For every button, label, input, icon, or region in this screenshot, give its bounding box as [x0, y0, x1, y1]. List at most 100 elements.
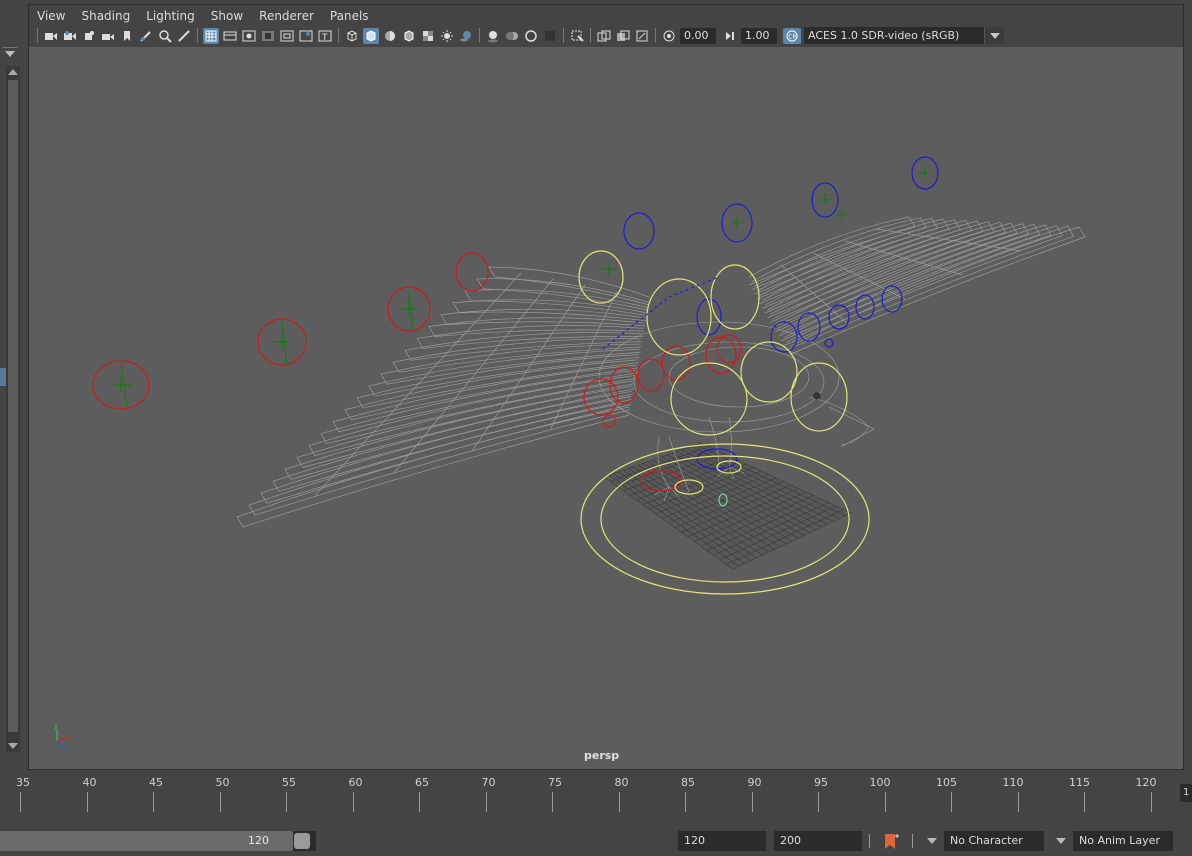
feather-wireframe [775, 223, 1029, 332]
anti-aliasing-icon[interactable] [523, 28, 539, 44]
film-gate-icon[interactable] [222, 28, 238, 44]
field-chart-icon[interactable] [279, 28, 295, 44]
color-management-icon[interactable]: CM [783, 27, 801, 44]
menu-view[interactable]: View [37, 9, 65, 23]
frame-tick [419, 792, 420, 812]
camera-name-label: persp [584, 749, 620, 762]
scroll-up-arrow-icon[interactable] [8, 69, 18, 75]
frame-tick [153, 792, 154, 812]
grid-icon[interactable] [203, 27, 219, 44]
menu-show[interactable]: Show [211, 9, 243, 23]
isolate-select-icon[interactable] [569, 28, 585, 44]
menu-shading[interactable]: Shading [81, 9, 130, 23]
feather-wireframe [764, 220, 984, 314]
feather-wireframe [428, 317, 645, 337]
feather-wireframe [783, 225, 1063, 346]
current-frame-indicator[interactable]: 1 [1180, 784, 1192, 802]
feather-wireframe [284, 385, 633, 480]
feather-wireframe [759, 219, 961, 304]
svg-text:CM: CM [788, 33, 797, 40]
auto-key-icon[interactable] [882, 831, 900, 851]
shadows-icon[interactable] [458, 28, 474, 44]
time-slider[interactable]: 35 40 45 50 55 60 65 70 75 80 85 90 95 100 105 110 115 12… [0, 772, 1192, 820]
textured-icon[interactable] [420, 28, 436, 44]
wing-edge-loop [315, 272, 522, 496]
bar-separator [912, 834, 913, 848]
frame-tick [884, 792, 886, 812]
exposure-icon[interactable] [661, 28, 677, 44]
scene-canvas[interactable] [29, 47, 1183, 769]
xray-active-components-icon[interactable] [615, 28, 631, 44]
grease-pencil-icon[interactable] [176, 28, 192, 44]
motion-blur-icon[interactable] [504, 28, 520, 44]
3d-viewport[interactable]: y x z persp [29, 47, 1183, 769]
range-slider-fill[interactable]: 120 [0, 831, 293, 851]
frame-tick [20, 792, 21, 812]
resolution-gate-icon[interactable] [241, 28, 257, 44]
range-slider-handle[interactable] [294, 833, 310, 849]
use-default-material-icon[interactable] [382, 28, 398, 44]
maya-app: View Shading Lighting Show Renderer Pane… [0, 0, 1192, 856]
camera-tools-icon[interactable] [100, 28, 116, 44]
depth-of-field-icon[interactable] [542, 28, 558, 44]
right-side-controls[interactable] [623, 156, 939, 470]
character-set-select[interactable]: No Character Set [944, 831, 1044, 856]
select-camera-icon[interactable] [43, 28, 59, 44]
toolbar-separator [479, 28, 480, 43]
ground-grid [603, 442, 852, 570]
frame-tick [219, 792, 221, 812]
panel-options-dropdown[interactable] [2, 47, 18, 61]
lights-icon[interactable] [439, 28, 455, 44]
menu-renderer[interactable]: Renderer [259, 9, 314, 23]
frame-tick [286, 792, 287, 812]
xray-icon[interactable] [596, 28, 612, 44]
toolbar-separator [338, 28, 339, 43]
left-scrollbar[interactable] [6, 66, 20, 752]
smooth-shade-icon[interactable] [363, 27, 379, 44]
chevron-down-icon[interactable] [984, 27, 1004, 44]
menu-panels[interactable]: Panels [330, 9, 369, 23]
exposure-field[interactable]: 0.00 [680, 27, 716, 44]
frame-tick [618, 792, 620, 812]
scrollbar-thumb[interactable] [8, 80, 18, 732]
time-slider-ticks[interactable]: 35 40 45 50 55 60 65 70 75 80 85 90 95 100 105 110 115 12… [0, 772, 1174, 818]
toolbar-separator [563, 28, 564, 43]
camera-attributes-icon[interactable] [62, 28, 78, 44]
wireframe-icon[interactable] [344, 28, 360, 44]
max-playback-end-field[interactable]: 200 [774, 831, 862, 851]
image-plane-icon[interactable] [138, 28, 154, 44]
anim-layer-menu-icon[interactable] [1056, 838, 1066, 844]
svg-text:T: T [321, 33, 328, 43]
bar-separator [869, 834, 870, 848]
left-side-controls[interactable] [92, 252, 742, 492]
range-slider[interactable]: 120 [0, 831, 316, 851]
frame-label: 90 [747, 776, 762, 789]
gamma-icon[interactable] [722, 28, 738, 44]
character-set-menu-icon[interactable] [927, 838, 937, 844]
screen-space-ao-icon[interactable] [485, 28, 501, 44]
animation-end-field[interactable]: 120 [678, 831, 766, 851]
scroll-down-arrow-icon[interactable] [8, 743, 18, 749]
two-d-pan-zoom-icon[interactable] [157, 28, 173, 44]
wireframe-on-shaded-icon[interactable] [401, 28, 417, 44]
safe-action-icon[interactable] [298, 28, 314, 44]
frame-tick [485, 792, 487, 812]
bookmarks-icon[interactable] [81, 28, 97, 44]
frame-label: 50 [215, 776, 230, 789]
gate-mask-icon[interactable] [260, 28, 276, 44]
frame-label: 40 [82, 776, 97, 789]
gamma-field[interactable]: 1.00 [741, 27, 777, 44]
view-transform-select[interactable]: ACES 1.0 SDR-video (sRGB) [804, 27, 1004, 44]
frame-label: 85 [681, 776, 695, 789]
frame-label: 45 [149, 776, 163, 789]
xray-joints-icon[interactable] [634, 28, 650, 44]
safe-title-icon[interactable]: T [317, 28, 333, 44]
bookmark-icon[interactable] [119, 28, 135, 44]
frame-tick [1150, 792, 1152, 812]
frame-label: 95 [814, 776, 828, 789]
menu-lighting[interactable]: Lighting [146, 9, 195, 23]
anim-layer-select[interactable]: No Anim Layer [1073, 831, 1173, 851]
svg-text:x: x [68, 734, 72, 742]
svg-text:z: z [63, 743, 67, 749]
feather-wireframe [748, 216, 916, 286]
